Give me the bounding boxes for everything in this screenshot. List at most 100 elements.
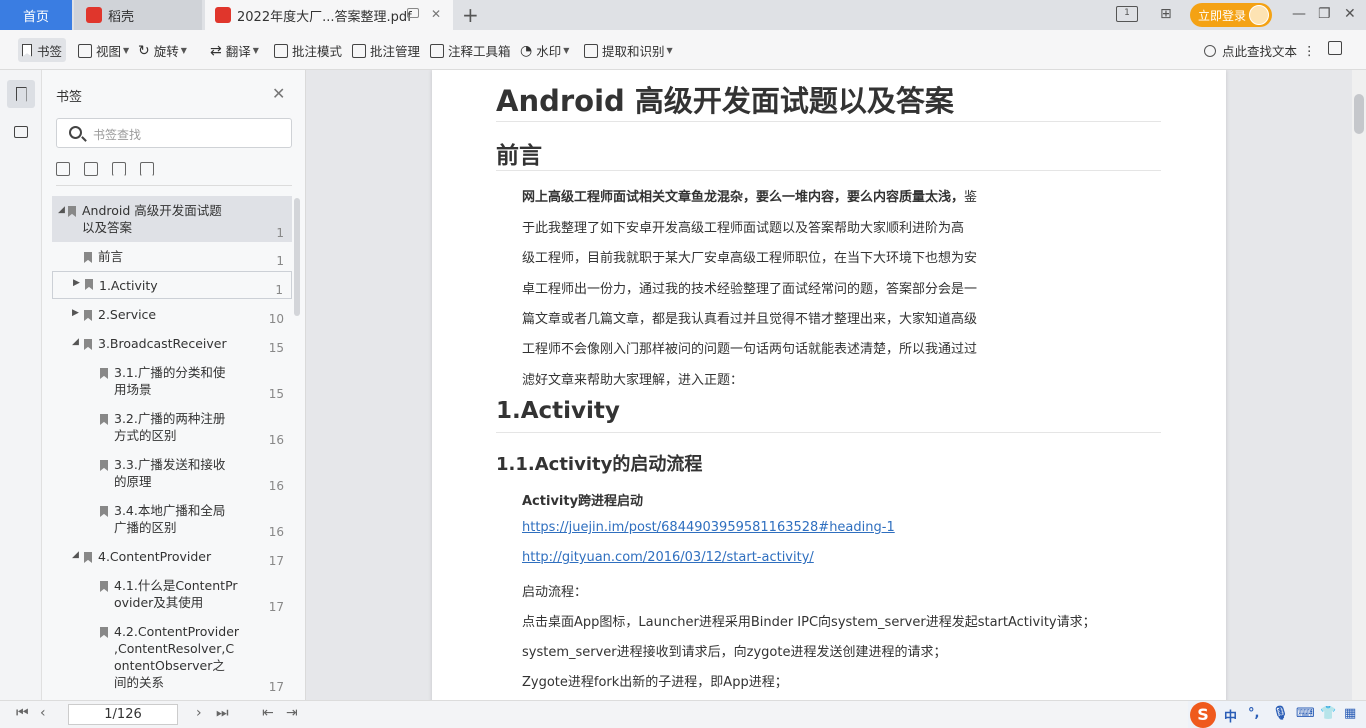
grid-apps-icon[interactable]: ⊞ (1160, 6, 1172, 22)
bookmark-label: 间的关系 (114, 675, 165, 690)
bookmark-item[interactable]: ▶ 1.Activity 1 (52, 271, 292, 299)
collapse-arrow-icon[interactable]: ◢ (72, 550, 79, 560)
bookmark-item[interactable]: 4.2.ContentProvider ,ContentResolver,C o… (52, 623, 292, 697)
bookmark-item[interactable]: ◢ Android 高级开发面试题 以及答案 1 (52, 196, 292, 242)
toolbar-extract-button[interactable]: 提取和识别 ▼ (584, 41, 673, 60)
bookmark-item[interactable]: 3.2.广播的两种注册 方式的区别 16 (52, 410, 292, 450)
scrollbar-thumb[interactable] (1354, 94, 1364, 134)
keyboard-icon[interactable]: ⌨ (1296, 706, 1315, 721)
toolbar-find-text-button[interactable]: 点此查找文本 ⋮ (1204, 41, 1316, 60)
bookmark-item[interactable]: ◢ 3.BroadcastReceiver 15 (52, 335, 292, 361)
reading-mode-icon[interactable]: 1 (1116, 6, 1138, 22)
skin-icon[interactable]: 👕 (1320, 706, 1336, 721)
expand-all-icon[interactable] (56, 162, 70, 176)
punctuation-icon[interactable]: °, (1248, 706, 1259, 721)
view-icon (78, 43, 92, 58)
hyperlink[interactable]: http://gityuan.com/2016/03/12/start-acti… (522, 550, 814, 565)
bookmark-scrollbar[interactable] (294, 198, 300, 316)
page-number-input[interactable]: 1/126 (68, 704, 178, 725)
toolbar-annotate-mode-button[interactable]: 批注模式 (274, 41, 342, 60)
rotate-icon: ↻ (138, 42, 150, 59)
restore-icon[interactable]: ❐ (1318, 6, 1331, 22)
collapse-arrow-icon[interactable]: ◢ (72, 337, 79, 347)
last-page-icon[interactable]: ⏭ (216, 705, 229, 721)
bookmark-item[interactable]: 3.1.广播的分类和使 用场景 15 (52, 364, 292, 404)
toolbar-rotate-button[interactable]: ↻ 旋转 ▼ (138, 41, 187, 60)
toolbar-annotate-tools-button[interactable]: 注释工具箱 (430, 41, 511, 60)
new-tab-button[interactable]: + (462, 3, 479, 27)
bookmark-flag-icon (100, 581, 108, 592)
toolbar-watermark-button[interactable]: ◔ 水印 ▼ (520, 41, 569, 60)
chevron-down-icon: ▼ (252, 46, 259, 55)
bookmark-item[interactable]: 3.4.本地广播和全局 广播的区别 16 (52, 502, 292, 542)
back-icon[interactable]: ⇤ (262, 705, 274, 721)
bookmark-panel-title: 书签 (56, 90, 83, 105)
tab-home[interactable]: 首页 (0, 0, 72, 30)
paragraph-line: 于此我整理了如下安卓开发高级工程师面试题以及答案帮助大家顺利进阶为高 (522, 221, 965, 236)
expand-arrow-icon[interactable]: ▶ (73, 278, 80, 288)
toolbar-find-label: 点此查找文本 (1222, 44, 1298, 59)
minimize-icon[interactable]: — (1292, 6, 1306, 22)
paragraph-line: system_server进程接收到请求后，向zygote进程发送创建进程的请求… (522, 645, 947, 660)
add-bookmark-icon[interactable] (112, 162, 126, 176)
collapse-arrow-icon[interactable]: ◢ (58, 205, 65, 215)
bookmark-search-placeholder: 书签查找 (93, 128, 142, 142)
bookmark-search-input[interactable]: 书签查找 (56, 118, 292, 148)
tab-daoke[interactable]: 稻壳 (74, 0, 202, 30)
bookmark-item[interactable]: ▶ 2.Service 10 (52, 306, 292, 332)
pin-tab-icon[interactable] (407, 8, 419, 18)
toolbar-bookmark-button[interactable]: 书签 (18, 38, 67, 62)
close-window-icon[interactable]: ✕ (1344, 6, 1356, 22)
side-rail (0, 70, 42, 700)
next-page-icon[interactable]: › (196, 705, 202, 721)
document-scrollbar[interactable] (1352, 70, 1366, 700)
toolbar-translate-button[interactable]: ⇄ 翻译 ▼ (210, 41, 259, 60)
translate-icon: ⇄ (210, 42, 222, 59)
rail-bookmark-button[interactable] (7, 80, 35, 108)
main-toolbar: 书签 视图 ▼ ↻ 旋转 ▼ ⇄ 翻译 ▼ 批注模式 批注管理 注释工具箱 ◔ … (0, 30, 1366, 70)
close-panel-icon[interactable]: ✕ (272, 84, 285, 103)
toolbar-annotate-manage-button[interactable]: 批注管理 (352, 41, 420, 60)
tab-pdf-label: 2022年度大厂...答案整理.pdf (237, 9, 412, 25)
toolbar-bookmark-label: 书签 (37, 43, 63, 59)
bookmark-flag-icon (84, 252, 92, 263)
more-options-icon[interactable]: ⋮ (1303, 43, 1316, 58)
ime-language-toggle[interactable]: 中 (1224, 706, 1237, 725)
bookmark-flag-icon (85, 279, 93, 290)
daoke-logo-icon (86, 7, 102, 23)
tab-daoke-label: 稻壳 (108, 9, 135, 25)
forward-icon[interactable]: ⇥ (286, 705, 298, 721)
toolbar-view-button[interactable]: 视图 ▼ (78, 41, 129, 60)
close-tab-icon[interactable]: ✕ (431, 7, 441, 21)
delete-bookmark-icon[interactable] (140, 162, 154, 176)
bookmark-flag-icon (68, 206, 76, 217)
pdf-file-icon (215, 7, 231, 23)
bookmark-item[interactable]: 3.3.广播发送和接收 的原理 16 (52, 456, 292, 496)
search-icon (69, 126, 82, 139)
export-icon[interactable] (1328, 41, 1346, 55)
hyperlink[interactable]: https://juejin.im/post/68449039595811635… (522, 520, 895, 535)
microphone-icon[interactable]: 🎙 (1272, 706, 1289, 721)
bookmark-item[interactable]: 4.1.什么是ContentPr ovider及其使用 17 (52, 577, 292, 617)
first-page-icon[interactable]: ⏮ (16, 705, 29, 721)
previous-page-icon[interactable]: ‹ (40, 705, 46, 721)
expand-arrow-icon[interactable]: ▶ (72, 308, 79, 318)
watermark-icon: ◔ (520, 42, 533, 59)
bookmark-label: 以及答案 (82, 220, 133, 235)
rail-comment-button[interactable] (7, 118, 35, 146)
bookmark-page: 17 (268, 554, 284, 568)
divider (496, 170, 1161, 171)
bookmark-flag-icon (100, 414, 108, 425)
sogou-logo-icon[interactable]: S (1190, 702, 1216, 728)
collapse-all-icon[interactable] (84, 162, 98, 176)
bookmark-label: 4.2.ContentProvider (114, 624, 240, 639)
toolbar-watermark-label: 水印 (536, 44, 562, 59)
paragraph-line: 点击桌面App图标，Launcher进程采用Binder IPC向system_… (522, 615, 1096, 630)
bookmark-item[interactable]: ◢ 4.ContentProvider 17 (52, 548, 292, 574)
login-button[interactable]: 立即登录 (1190, 3, 1272, 27)
bookmark-flag-icon (100, 627, 108, 638)
bookmark-label: ontentObserver之 (114, 658, 225, 673)
bookmark-label: 1.Activity (99, 278, 158, 293)
toolbox-icon[interactable]: ▦ (1344, 706, 1356, 721)
tab-pdf-document[interactable]: 2022年度大厂...答案整理.pdf ✕ (205, 0, 453, 30)
